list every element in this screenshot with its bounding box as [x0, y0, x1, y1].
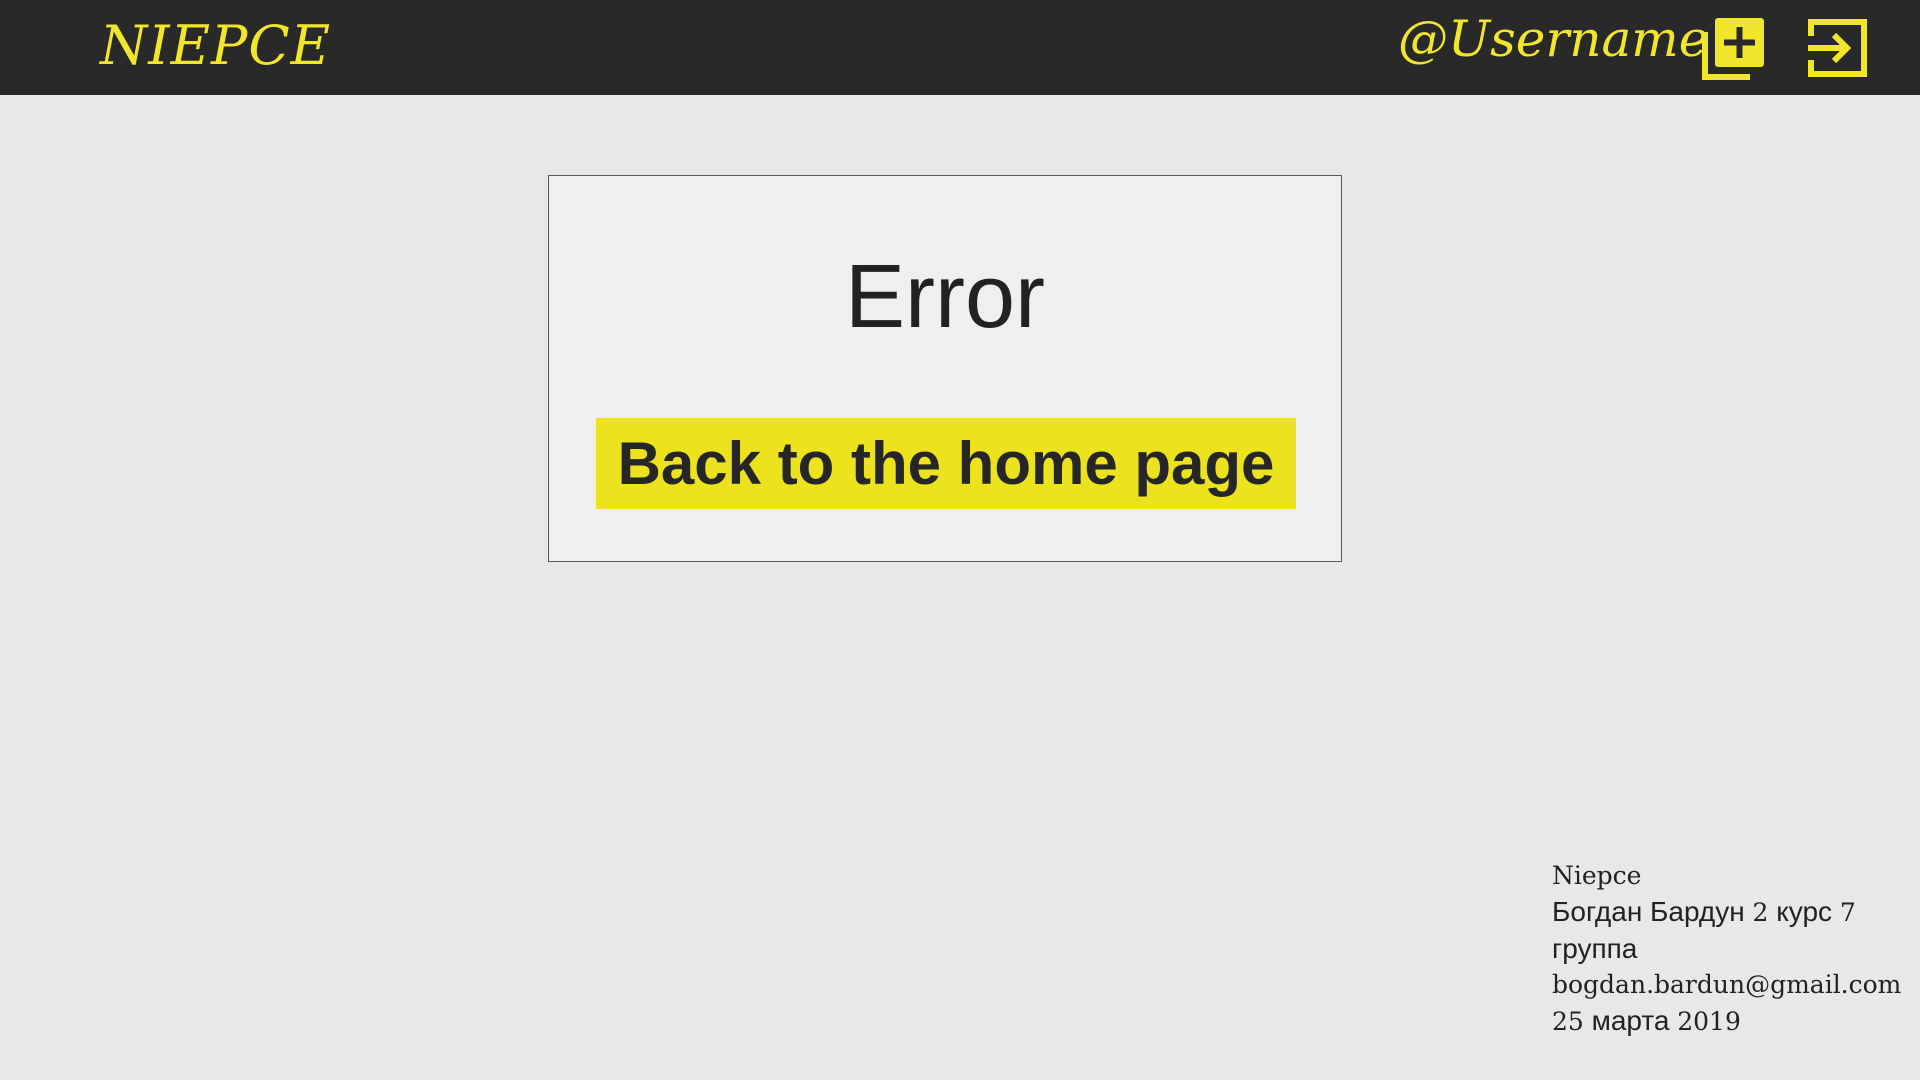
- footer-group-label: группа: [1552, 933, 1638, 964]
- footer-author-line: Богдан Бардун 2 курс 7: [1552, 894, 1912, 931]
- footer-email[interactable]: bogdan.bardun@gmail.com: [1552, 967, 1912, 1003]
- footer-date-month: марта: [1591, 1005, 1670, 1036]
- footer-course-label: курс: [1776, 896, 1833, 927]
- footer-date-day: 25: [1552, 1007, 1584, 1036]
- footer-info: Niepce Богдан Бардун 2 курс 7 группа bog…: [1552, 858, 1912, 1040]
- logout-icon: [1808, 18, 1868, 78]
- add-post-button[interactable]: [1702, 16, 1766, 80]
- error-title: Error: [845, 247, 1045, 347]
- footer-date-year: 2019: [1677, 1007, 1741, 1036]
- logout-button[interactable]: [1808, 18, 1868, 78]
- username-link[interactable]: @Username: [1398, 10, 1708, 68]
- error-card: Error Back to the home page: [548, 175, 1342, 562]
- add-square-icon: [1702, 16, 1766, 80]
- footer-author-name: Богдан Бардун: [1552, 896, 1745, 927]
- top-bar: NIEPCE @Username: [0, 0, 1920, 95]
- footer-date: 25 марта 2019: [1552, 1003, 1912, 1040]
- back-home-button[interactable]: Back to the home page: [596, 418, 1296, 509]
- site-logo[interactable]: NIEPCE: [100, 14, 331, 77]
- footer-site-name: Niepce: [1552, 861, 1642, 890]
- footer-course-number: 2: [1752, 898, 1769, 927]
- footer-group-number: 7: [1839, 898, 1856, 927]
